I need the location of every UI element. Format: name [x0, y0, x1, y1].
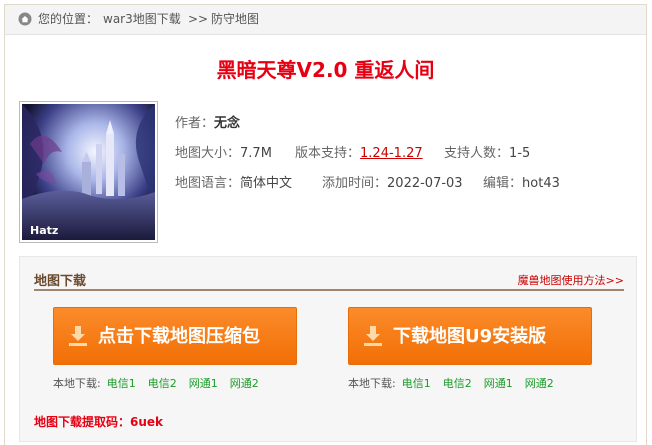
download-zip-label: 点击下载地图压缩包 [98, 326, 260, 347]
added-label: 添加时间： [322, 176, 388, 191]
map-cover-image: Hatz [19, 101, 158, 243]
editor-label: 编辑： [483, 176, 523, 191]
mirror-telecom-1[interactable]: 电信1 [402, 377, 431, 390]
home-icon [18, 12, 32, 26]
info-row-size-version-players: 地图大小：7.7M 版本支持：1.24-1.27 支持人数：1-5 [175, 145, 530, 163]
players-value: 1-5 [509, 146, 531, 161]
download-header: 地图下载 魔兽地图使用方法>> [34, 269, 624, 291]
mirror-netcom-2[interactable]: 网通2 [230, 377, 259, 390]
editor-value: hot43 [522, 176, 560, 191]
mirror-label: 本地下载: [53, 377, 101, 390]
breadcrumb-link-war3-maps[interactable]: war3地图下载 [103, 12, 181, 27]
download-title: 地图下载 [34, 274, 87, 289]
download-u9-button[interactable]: 下载地图U9安装版 [348, 307, 592, 365]
mirror-telecom-2[interactable]: 电信2 [148, 377, 177, 390]
author-value: 无念 [214, 116, 241, 131]
mirror-netcom-1[interactable]: 网通1 [484, 377, 513, 390]
mirror-netcom-1[interactable]: 网通1 [189, 377, 218, 390]
version-label: 版本支持： [295, 146, 361, 161]
language-label: 地图语言： [175, 176, 241, 191]
author-label: 作者： [175, 116, 215, 131]
download-panel: 地图下载 魔兽地图使用方法>> 点击下载地图压缩包 下载地图U9安装版 本地下载… [19, 256, 637, 442]
zip-mirror-list: 本地下载: 电信1 电信2 网通1 网通2 [53, 377, 271, 391]
info-row-author: 作者：无念 [175, 115, 240, 133]
mirror-netcom-2[interactable]: 网通2 [525, 377, 554, 390]
version-link[interactable]: 1.24-1.27 [360, 145, 444, 163]
extraction-code: 地图下载提取码：6uek [34, 413, 163, 430]
extraction-code-label: 地图下载提取码： [34, 415, 131, 429]
mirror-telecom-1[interactable]: 电信1 [107, 377, 136, 390]
download-u9-label: 下载地图U9安装版 [393, 326, 547, 347]
mirror-telecom-2[interactable]: 电信2 [443, 377, 472, 390]
extraction-code-value: 6uek [130, 415, 164, 429]
size-label: 地图大小： [175, 146, 241, 161]
breadcrumb-separator: >> [188, 12, 209, 26]
cover-art: Hatz [22, 104, 155, 240]
mirror-label: 本地下载: [348, 377, 396, 390]
u9-mirror-list: 本地下载: 电信1 电信2 网通1 网通2 [348, 377, 566, 391]
page-frame: 您的位置： war3地图下载 >> 防守地图 黑暗天尊V2.0 重返人间 Hat… [4, 4, 647, 445]
breadcrumb: 您的位置： war3地图下载 >> 防守地图 [5, 5, 646, 35]
cover-logo-text: Hatz [30, 224, 58, 237]
download-zip-button[interactable]: 点击下载地图压缩包 [53, 307, 297, 365]
language-value: 简体中文 [240, 176, 293, 191]
added-value: 2022-07-03 [387, 176, 463, 191]
download-arrow-icon [364, 326, 382, 346]
download-arrow-icon [69, 326, 87, 346]
players-label: 支持人数： [444, 146, 510, 161]
info-row-language-date-editor: 地图语言：简体中文 添加时间：2022-07-03 编辑：hot43 [175, 175, 560, 193]
breadcrumb-link-defense-maps[interactable]: 防守地图 [211, 12, 259, 27]
breadcrumb-prefix: 您的位置： [38, 12, 99, 26]
map-title: 黑暗天尊V2.0 重返人间 [216, 58, 435, 82]
size-value: 7.7M [240, 146, 272, 161]
usage-help-link[interactable]: 魔兽地图使用方法>> [518, 272, 624, 288]
